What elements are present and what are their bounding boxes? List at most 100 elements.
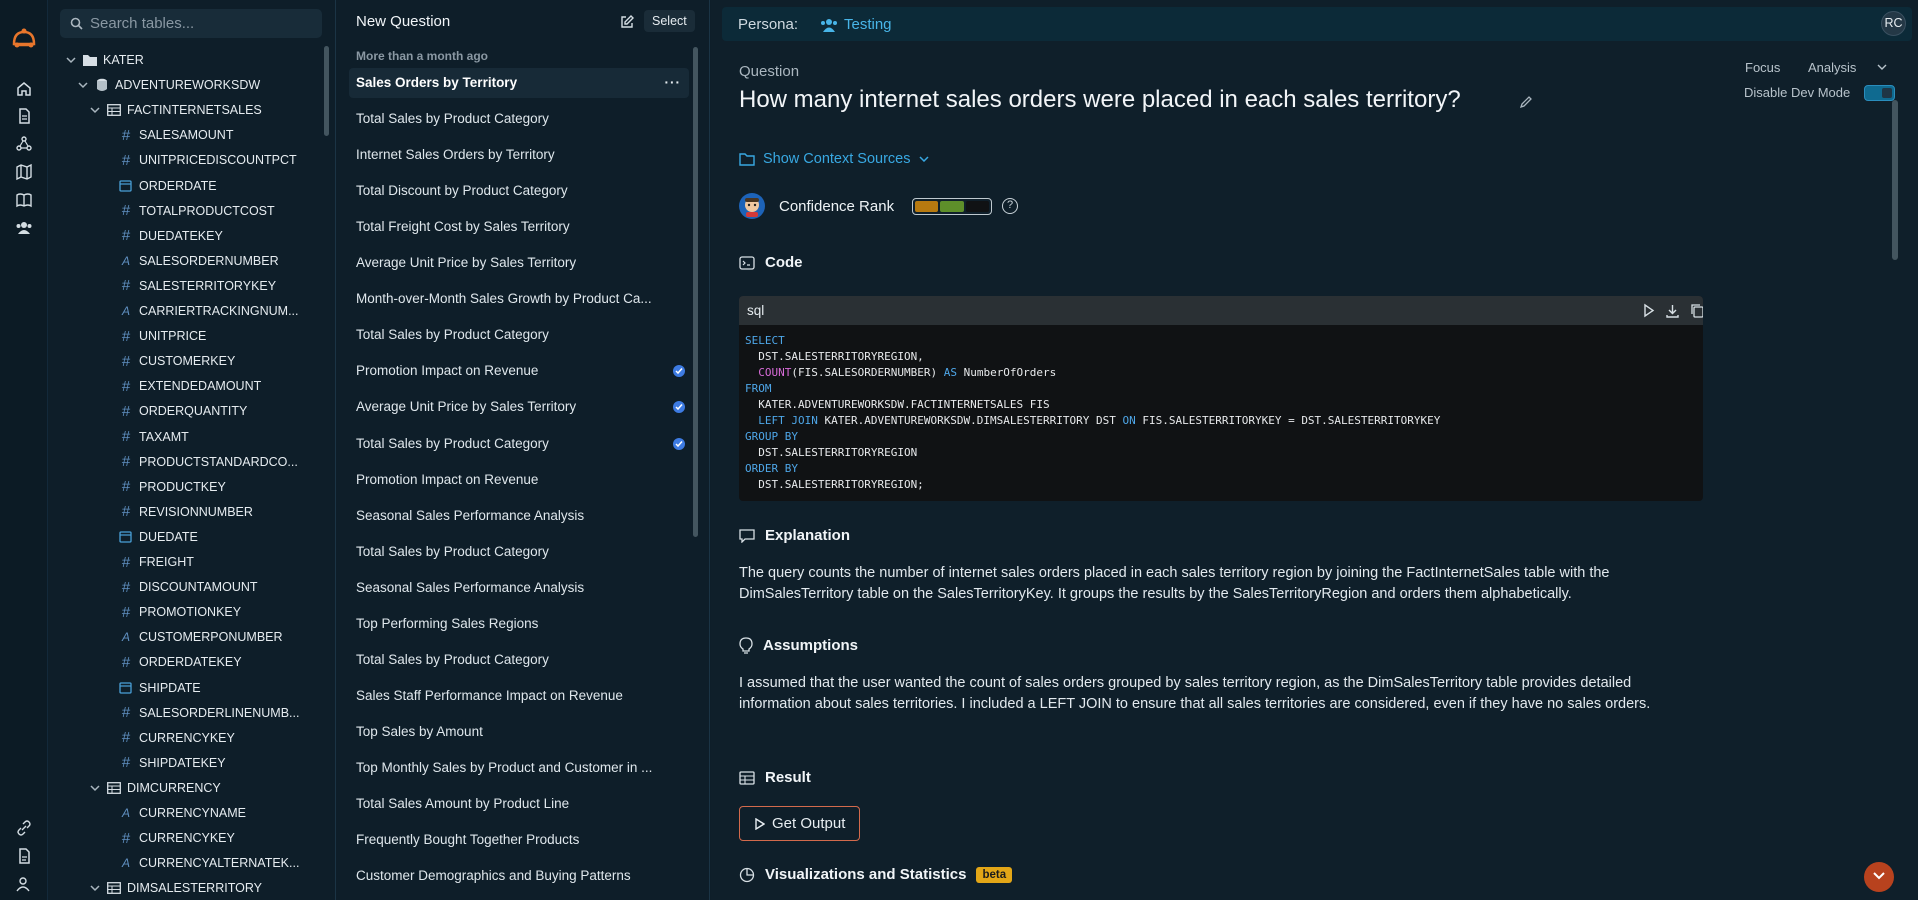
avatar[interactable]: RC (1881, 11, 1906, 36)
get-output-button[interactable]: Get Output (739, 806, 860, 841)
tree-column[interactable]: A CARRIERTRACKINGNUM... (119, 301, 299, 321)
graph-icon[interactable] (15, 135, 33, 153)
question-item[interactable]: Internet Sales Orders by Territory (349, 140, 689, 170)
tree-column[interactable]: # ORDERQUANTITY (119, 401, 248, 421)
tree-node-table[interactable]: DIMCURRENCY (89, 778, 221, 798)
help-icon[interactable]: ? (1002, 198, 1019, 214)
question-item[interactable]: Frequently Bought Together Products (349, 825, 689, 855)
book-icon[interactable] (15, 191, 33, 209)
tree-column[interactable]: # SALESAMOUNT (119, 125, 234, 145)
table-search[interactable] (60, 9, 322, 38)
table-search-input[interactable] (90, 14, 310, 33)
tree-column[interactable]: # ORDERDATEKEY (119, 652, 242, 672)
file-icon[interactable] (15, 847, 33, 865)
question-item[interactable]: Sales Orders by Territory ··· (349, 68, 689, 98)
question-item[interactable]: Top Performing Sales Regions (349, 609, 689, 639)
tree-column[interactable]: A CURRENCYNAME (119, 803, 246, 823)
tree-column[interactable]: # UNITPRICEDISCOUNTPCT (119, 150, 297, 170)
chevron-down-icon[interactable] (89, 782, 101, 794)
question-item[interactable]: Total Sales by Product Category (349, 429, 689, 459)
select-button[interactable]: Select (644, 10, 695, 32)
question-item[interactable]: Month-over-Month Sales Growth by Product… (349, 284, 689, 314)
tree-column[interactable]: # SALESTERRITORYKEY (119, 276, 276, 296)
chevron-down-icon[interactable] (65, 54, 77, 66)
tree-column[interactable]: # REVISIONNUMBER (119, 502, 253, 522)
tree-column[interactable]: # DUEDATEKEY (119, 226, 223, 246)
tree-column[interactable]: # PRODUCTSTANDARDCO... (119, 452, 298, 472)
chevron-down-icon[interactable] (77, 79, 89, 91)
tree-column[interactable]: # TAXAMT (119, 427, 189, 447)
question-item[interactable]: Top Sales by Amount (349, 717, 689, 747)
document-icon[interactable] (15, 107, 33, 125)
confidence-segment (915, 200, 939, 212)
tree-column[interactable]: # PROMOTIONKEY (119, 602, 241, 622)
question-item[interactable]: Promotion Impact on Revenue (349, 356, 689, 386)
tree-node-table[interactable]: DIMSALESTERRITORY (89, 878, 262, 898)
question-item[interactable]: Total Sales Amount by Product Line (349, 789, 689, 819)
tree-column[interactable]: # SALESORDERLINENUMB... (119, 703, 300, 723)
question-item[interactable]: Customer Demographics and Buying Pattern… (349, 861, 689, 891)
tree-column[interactable]: A CUSTOMERPONUMBER (119, 627, 283, 647)
question-item[interactable]: Total Sales by Product Category (349, 320, 689, 350)
new-question-edit-icon[interactable] (619, 14, 635, 30)
tree-column[interactable]: ORDERDATE (119, 176, 217, 196)
scroll-down-button[interactable] (1864, 862, 1894, 892)
question-item-label: Total Freight Cost by Sales Territory (356, 219, 570, 235)
tree-column[interactable]: # CURRENCYKEY (119, 728, 235, 748)
question-item[interactable]: Sales Staff Performance Impact on Revenu… (349, 681, 689, 711)
show-context-sources[interactable]: Show Context Sources (739, 151, 937, 167)
tree-column[interactable]: DUEDATE (119, 527, 198, 547)
mode-chevron-down-icon[interactable] (1877, 64, 1887, 70)
tree-column[interactable]: # PRODUCTKEY (119, 477, 226, 497)
question-item[interactable]: Average Unit Price by Sales Territory (349, 248, 689, 278)
question-item[interactable]: Total Sales by Product Category (349, 645, 689, 675)
chevron-down-icon[interactable] (89, 104, 101, 116)
number-column-icon: # (121, 478, 131, 496)
users-icon[interactable] (15, 219, 33, 237)
question-item[interactable]: Total Discount by Product Category (349, 176, 689, 206)
question-item[interactable]: Total Sales by Product Category (349, 537, 689, 567)
tree-node-folder[interactable]: KATER (65, 50, 144, 70)
tree-column[interactable]: A SALESORDERNUMBER (119, 251, 279, 271)
tree-column[interactable]: # EXTENDEDAMOUNT (119, 376, 261, 396)
copy-icon[interactable] (1690, 303, 1703, 318)
tree-column[interactable]: # TOTALPRODUCTCOST (119, 201, 275, 221)
sql-code[interactable]: SELECT DST.SALESTERRITORYREGION, COUNT(F… (739, 325, 1703, 501)
question-list-scrollbar[interactable] (693, 47, 698, 537)
focus-mode-tab[interactable]: Focus (1745, 60, 1780, 75)
tree-node-table[interactable]: FACTINTERNETSALES (89, 100, 262, 120)
question-item[interactable]: Top Monthly Sales by Product and Custome… (349, 753, 689, 783)
question-item[interactable]: Seasonal Sales Performance Analysis (349, 501, 689, 531)
tree-column[interactable]: # CURRENCYKEY (119, 828, 235, 848)
tree-column[interactable]: A CURRENCYALTERNATEK... (119, 853, 299, 873)
download-icon[interactable] (1665, 303, 1680, 318)
app-logo-icon[interactable] (10, 26, 38, 50)
question-item[interactable]: Average Unit Price by Sales Territory (349, 392, 689, 422)
user-settings-icon[interactable] (15, 875, 33, 893)
chevron-down-icon[interactable] (89, 882, 101, 894)
run-icon[interactable] (1641, 303, 1656, 318)
persona-selector[interactable]: Testing (820, 16, 892, 33)
more-options-icon[interactable]: ··· (665, 68, 682, 98)
map-icon[interactable] (15, 163, 33, 181)
number-column-icon: # (121, 428, 131, 445)
tree-column[interactable]: # SHIPDATEKEY (119, 753, 226, 773)
dev-mode-toggle[interactable] (1864, 85, 1895, 101)
question-item[interactable]: Promotion Impact on Revenue (349, 465, 689, 495)
analysis-mode-tab[interactable]: Analysis (1808, 60, 1856, 75)
edit-title-pencil-icon[interactable] (1519, 95, 1533, 109)
question-item[interactable]: Total Sales by Product Category (349, 104, 689, 134)
tree-scrollbar[interactable] (324, 46, 329, 136)
tree-node-database[interactable]: ADVENTUREWORKSDW (77, 75, 260, 95)
tree-column[interactable]: # FREIGHT (119, 552, 194, 572)
tree-column[interactable]: SHIPDATE (119, 678, 201, 698)
question-item[interactable]: Total Freight Cost by Sales Territory (349, 212, 689, 242)
tree-column[interactable]: # UNITPRICE (119, 326, 207, 346)
tree-column[interactable]: # CUSTOMERKEY (119, 351, 236, 371)
link-icon[interactable] (15, 819, 33, 837)
new-question-title[interactable]: New Question (356, 13, 450, 30)
home-icon[interactable] (15, 80, 33, 98)
tree-column[interactable]: # DISCOUNTAMOUNT (119, 577, 258, 597)
main-scrollbar[interactable] (1892, 100, 1898, 260)
question-item[interactable]: Seasonal Sales Performance Analysis (349, 573, 689, 603)
